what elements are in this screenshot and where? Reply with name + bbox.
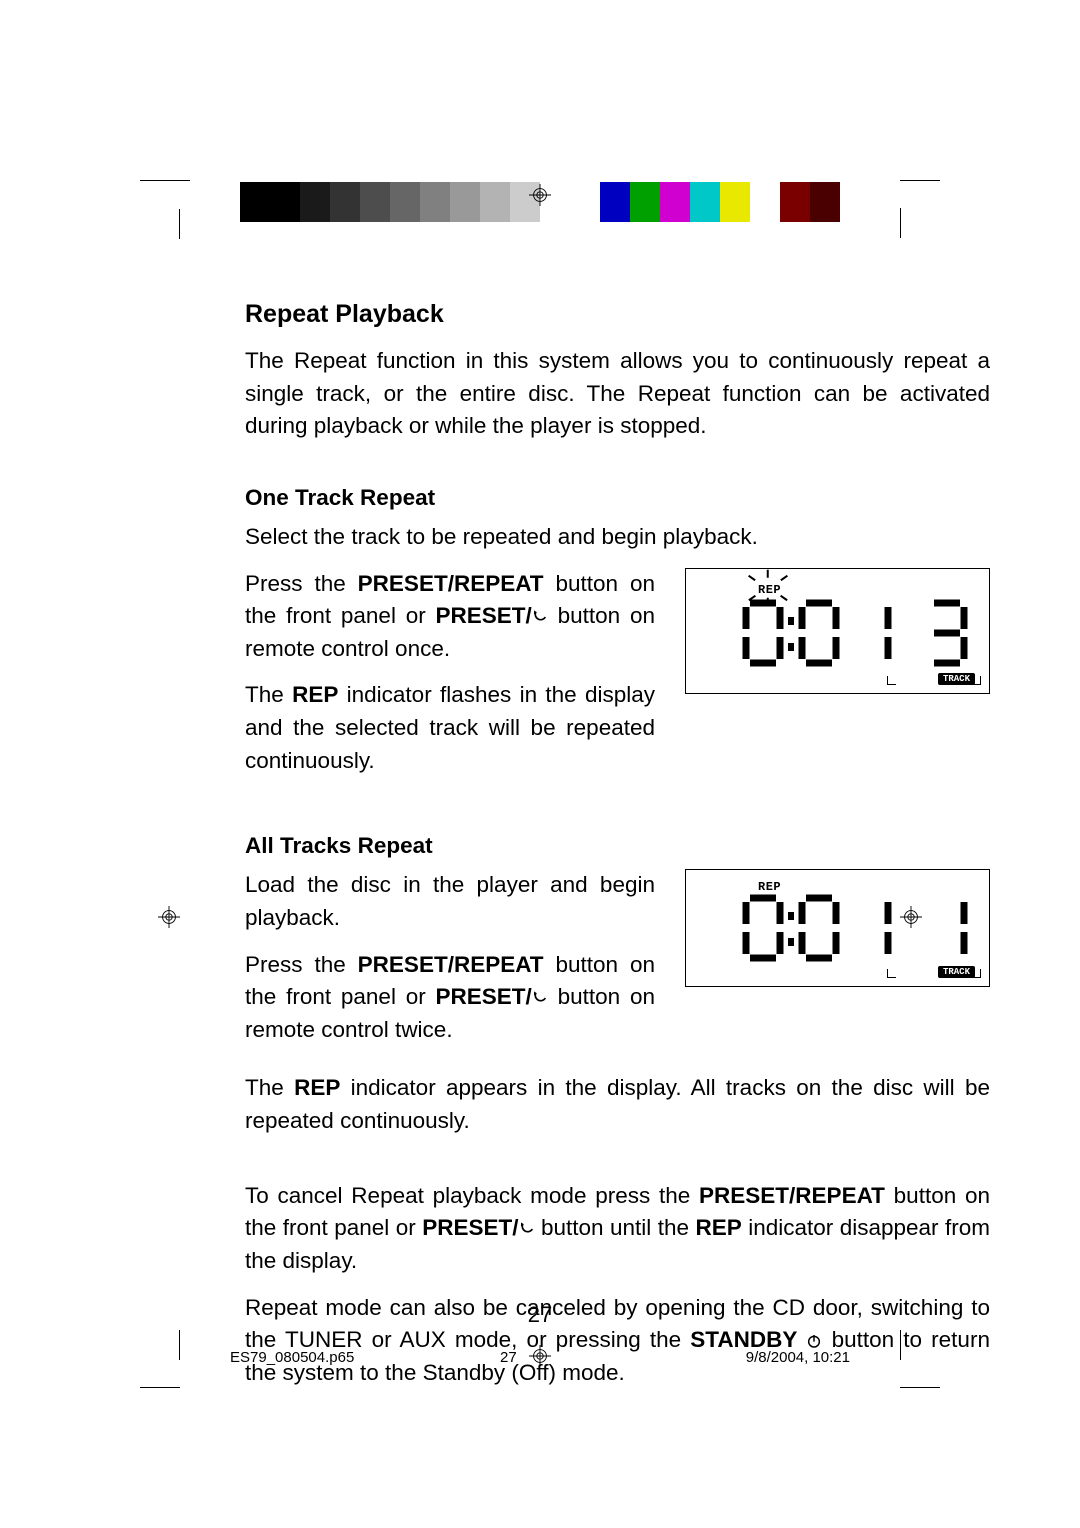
text: To cancel Repeat playback mode press the — [245, 1183, 699, 1208]
section-title: Repeat Playback — [245, 300, 990, 329]
button-ref: PRESET/ — [436, 603, 532, 628]
colorbar-swatch — [420, 182, 450, 222]
intro-paragraph: The Repeat function in this system allow… — [245, 345, 990, 443]
lcd-display-one-track: REP TRACK — [685, 568, 990, 694]
text: Press the — [245, 952, 358, 977]
repeat-icon — [532, 990, 548, 1006]
lcd-display-all-tracks: REP TRACK — [685, 869, 990, 987]
colorbar-swatch — [240, 182, 270, 222]
all-tracks-heading: All Tracks Repeat — [245, 833, 990, 859]
crop-mark-bl — [140, 1338, 190, 1388]
repeat-icon — [519, 1221, 535, 1237]
repeat-icon — [532, 609, 548, 625]
all-tracks-p2: Press the PRESET/REPEAT button on the fr… — [245, 949, 655, 1047]
page-number: 27 — [528, 1302, 552, 1328]
text: The — [245, 682, 292, 707]
button-ref: PRESET/ — [436, 984, 532, 1009]
text: Press the — [245, 571, 358, 596]
footer-filename: ES79_080504.p65 — [230, 1349, 354, 1366]
text: indicator appears in the display. All tr… — [245, 1075, 990, 1133]
colorbar-swatch — [450, 182, 480, 222]
one-track-heading: One Track Repeat — [245, 485, 990, 511]
indicator-ref: REP — [294, 1075, 340, 1100]
indicator-ref: REP — [695, 1215, 741, 1240]
footer-page: 27 — [500, 1349, 517, 1366]
track-label: TRACK — [938, 966, 975, 978]
one-track-p1: Select the track to be repeated and begi… — [245, 521, 990, 554]
indicator-ref: REP — [292, 682, 338, 707]
crop-mark-tr — [890, 180, 940, 230]
text: button until the — [535, 1215, 696, 1240]
colorbar-swatch — [390, 182, 420, 222]
colorbar-swatch — [330, 182, 360, 222]
registration-mark-icon — [529, 184, 551, 206]
colorbar-swatch — [300, 182, 330, 222]
colorbar-swatch — [780, 182, 810, 222]
colorbar-swatch — [270, 182, 300, 222]
footer: ES79_080504.p65 27 9/8/2004, 10:21 — [230, 1349, 850, 1366]
colorbar-swatch — [720, 182, 750, 222]
seven-segment-display — [686, 569, 986, 689]
cancel-p1: To cancel Repeat playback mode press the… — [245, 1180, 990, 1278]
colorbar-swatch — [660, 182, 690, 222]
colorbar-swatch — [570, 182, 600, 222]
registration-mark-icon — [158, 906, 180, 928]
all-tracks-p3: The REP indicator appears in the display… — [245, 1072, 990, 1137]
colorbar-swatch — [690, 182, 720, 222]
footer-datetime: 9/8/2004, 10:21 — [746, 1349, 850, 1366]
colorbar-swatch — [750, 182, 780, 222]
one-track-p3: The REP indicator flashes in the display… — [245, 679, 655, 777]
all-tracks-p1: Load the disc in the player and begin pl… — [245, 869, 655, 934]
one-track-p2: Press the PRESET/REPEAT button on the fr… — [245, 568, 655, 666]
button-ref: PRESET/REPEAT — [358, 952, 544, 977]
button-ref: PRESET/REPEAT — [699, 1183, 885, 1208]
cancel-p2: Repeat mode can also be canceled by open… — [245, 1292, 990, 1390]
colorbar-swatch — [600, 182, 630, 222]
power-icon — [806, 1333, 822, 1349]
colorbar-swatch — [810, 182, 840, 222]
crop-mark-tl — [140, 180, 190, 230]
text: The — [245, 1075, 294, 1100]
button-ref: PRESET/REPEAT — [358, 571, 544, 596]
colorbar-swatch — [480, 182, 510, 222]
colorbar-swatch — [360, 182, 390, 222]
colorbar-swatch — [630, 182, 660, 222]
track-label: TRACK — [938, 673, 975, 685]
registration-mark-icon — [529, 1345, 551, 1367]
page-content: Repeat Playback The Repeat function in t… — [245, 300, 990, 1403]
button-ref: PRESET/ — [422, 1215, 518, 1240]
